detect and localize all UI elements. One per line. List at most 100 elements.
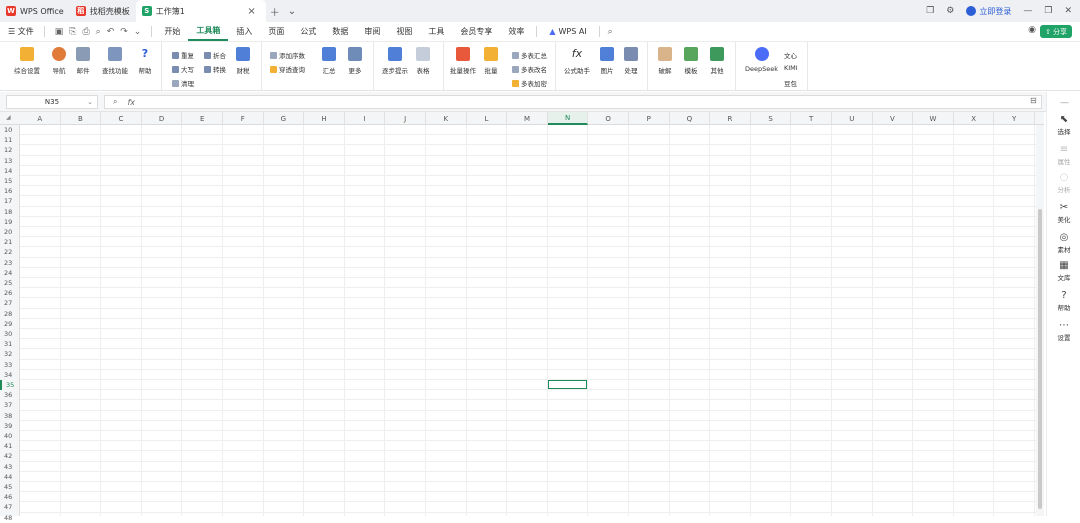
export-icon[interactable]: ⎘ — [69, 27, 76, 37]
view-icon[interactable]: ◉ — [1028, 25, 1036, 35]
close-window-icon[interactable]: ✕ — [1064, 6, 1072, 16]
tab-wps-office[interactable]: W WPS Office — [0, 0, 70, 22]
row-header-cell[interactable]: 31 — [0, 339, 20, 349]
find-button[interactable]: 查找功能 — [102, 47, 128, 75]
column-header-cell[interactable]: P — [629, 112, 670, 125]
row-header-cell[interactable]: 29 — [0, 319, 20, 329]
row-header-cell[interactable]: 23 — [0, 258, 20, 268]
row-header-cell[interactable]: 45 — [0, 482, 20, 492]
column-header-cell[interactable]: K — [426, 112, 467, 125]
tab-template[interactable]: 稻 找稻壳模板 — [70, 0, 136, 22]
row-header-cell[interactable]: 13 — [0, 156, 20, 166]
row-header-cell[interactable]: 24 — [0, 268, 20, 278]
table-button[interactable]: 表格 — [416, 47, 430, 75]
row-header-cell[interactable]: 19 — [0, 217, 20, 227]
fx-icon[interactable]: fx — [127, 98, 135, 107]
column-header-cell[interactable]: W — [913, 112, 954, 125]
kimi-button[interactable]: KIMI — [784, 64, 798, 72]
chevron-down-icon[interactable]: ⌄ — [87, 98, 93, 106]
column-header-cell[interactable]: X — [954, 112, 995, 125]
row-header-cell[interactable]: 25 — [0, 278, 20, 288]
scrollbar-thumb[interactable] — [1038, 209, 1042, 509]
menu-tab[interactable]: 工具箱 — [188, 22, 229, 41]
column-header-cell[interactable]: L — [467, 112, 508, 125]
column-header-cell[interactable]: M — [507, 112, 548, 125]
row-header-cell[interactable]: 15 — [0, 176, 20, 186]
column-header-cell[interactable]: E — [182, 112, 223, 125]
row-header-cell[interactable]: 11 — [0, 135, 20, 145]
save-icon[interactable]: ▣ — [55, 27, 64, 37]
column-header-cell[interactable]: J — [385, 112, 426, 125]
row-header-cell[interactable]: 43 — [0, 462, 20, 472]
menu-tab[interactable]: 审阅 — [356, 22, 388, 41]
menu-tab[interactable]: 视图 — [388, 22, 420, 41]
crack-button[interactable]: 破解 — [658, 47, 672, 75]
uppercase-button[interactable]: 大写 — [172, 64, 194, 74]
undo-icon[interactable]: ↶ — [107, 27, 115, 37]
column-header-cell[interactable]: S — [751, 112, 792, 125]
row-header-cell[interactable]: 40 — [0, 431, 20, 441]
process-button[interactable]: 处理 — [624, 47, 638, 75]
search-icon[interactable]: ⌕ — [604, 27, 613, 37]
column-header-cell[interactable]: T — [791, 112, 832, 125]
penetrate-query-button[interactable]: 穿透查询 — [270, 64, 305, 74]
row-header-cell[interactable]: 39 — [0, 421, 20, 431]
column-header-cell[interactable]: G — [264, 112, 305, 125]
column-header-cell[interactable]: Q — [670, 112, 711, 125]
share-button[interactable]: ⇧ 分享 — [1040, 25, 1072, 38]
column-header-cell[interactable]: H — [304, 112, 345, 125]
column-header-cell[interactable]: U — [832, 112, 873, 125]
menu-tab[interactable]: 页面 — [260, 22, 292, 41]
summary-button[interactable]: 汇总 — [322, 47, 336, 75]
menu-tab[interactable]: 工具 — [420, 22, 452, 41]
close-icon[interactable]: × — [243, 6, 259, 17]
sidebar-item[interactable]: ⬉ 选择 — [1047, 114, 1080, 136]
mail-button[interactable]: 邮件 — [76, 47, 90, 75]
batch-operation-button[interactable]: 批量操作 — [450, 47, 476, 75]
menu-tab[interactable]: 插入 — [228, 22, 260, 41]
sidebar-item[interactable]: ⋯ 设置 — [1047, 320, 1080, 342]
row-header-cell[interactable]: 35 — [0, 380, 20, 391]
row-header-cell[interactable]: 37 — [0, 400, 20, 410]
multi-sheet-summary-button[interactable]: 多表汇总 — [512, 50, 547, 60]
print-icon[interactable]: ⎙ — [82, 27, 89, 37]
row-header-cell[interactable]: 27 — [0, 298, 20, 308]
column-header-cell[interactable]: R — [710, 112, 751, 125]
column-header-cell[interactable]: B — [61, 112, 102, 125]
deepseek-button[interactable]: DeepSeek — [745, 47, 778, 73]
doubao-button[interactable]: 豆包 — [784, 78, 797, 88]
step-prompt-button[interactable]: 逐步提示 — [382, 47, 408, 75]
menu-tab[interactable]: 效率 — [500, 22, 532, 41]
gear-icon[interactable]: ⚙ — [946, 6, 954, 16]
tab-workbook[interactable]: S 工作簿1 × — [135, 0, 266, 22]
row-header-cell[interactable]: 46 — [0, 492, 20, 502]
convert-button[interactable]: 转换 — [204, 64, 226, 74]
menu-tab[interactable]: 公式 — [292, 22, 324, 41]
clean-button[interactable]: 清理 — [172, 78, 194, 88]
row-header-cell[interactable]: 22 — [0, 247, 20, 257]
window-layout-icon[interactable]: ❐ — [926, 6, 934, 16]
row-header-cell[interactable]: 26 — [0, 288, 20, 298]
row-header-cell[interactable]: 34 — [0, 370, 20, 380]
wenxin-button[interactable]: 文心 — [784, 50, 797, 60]
row-header-cell[interactable]: 12 — [0, 145, 20, 155]
image-button[interactable]: 图片 — [600, 47, 614, 75]
row-header-cell[interactable]: 10 — [0, 125, 20, 135]
column-header-cell[interactable]: C — [101, 112, 142, 125]
column-header-cell[interactable]: N — [547, 112, 589, 125]
help-button[interactable]: ? 帮助 — [138, 47, 152, 75]
chevron-down-icon[interactable]: ⌄ — [134, 27, 142, 37]
formula-input[interactable]: ⌕ fx — [104, 95, 1042, 109]
row-header-cell[interactable]: 38 — [0, 411, 20, 421]
row-header-cell[interactable]: 36 — [0, 390, 20, 400]
row-header-cell[interactable]: 33 — [0, 360, 20, 370]
sidebar-item[interactable]: ? 帮助 — [1047, 290, 1080, 312]
add-ordinal-button[interactable]: 添加序数 — [270, 50, 305, 60]
row-header-cell[interactable]: 32 — [0, 349, 20, 359]
file-menu[interactable]: ☰ 文件 — [8, 26, 34, 37]
row-header-cell[interactable]: 30 — [0, 329, 20, 339]
sidebar-item[interactable]: ✂ 美化 — [1047, 202, 1080, 224]
cell-area[interactable] — [20, 125, 1036, 516]
template-button[interactable]: 模板 — [684, 47, 698, 75]
multi-sheet-rename-button[interactable]: 多表改名 — [512, 64, 547, 74]
